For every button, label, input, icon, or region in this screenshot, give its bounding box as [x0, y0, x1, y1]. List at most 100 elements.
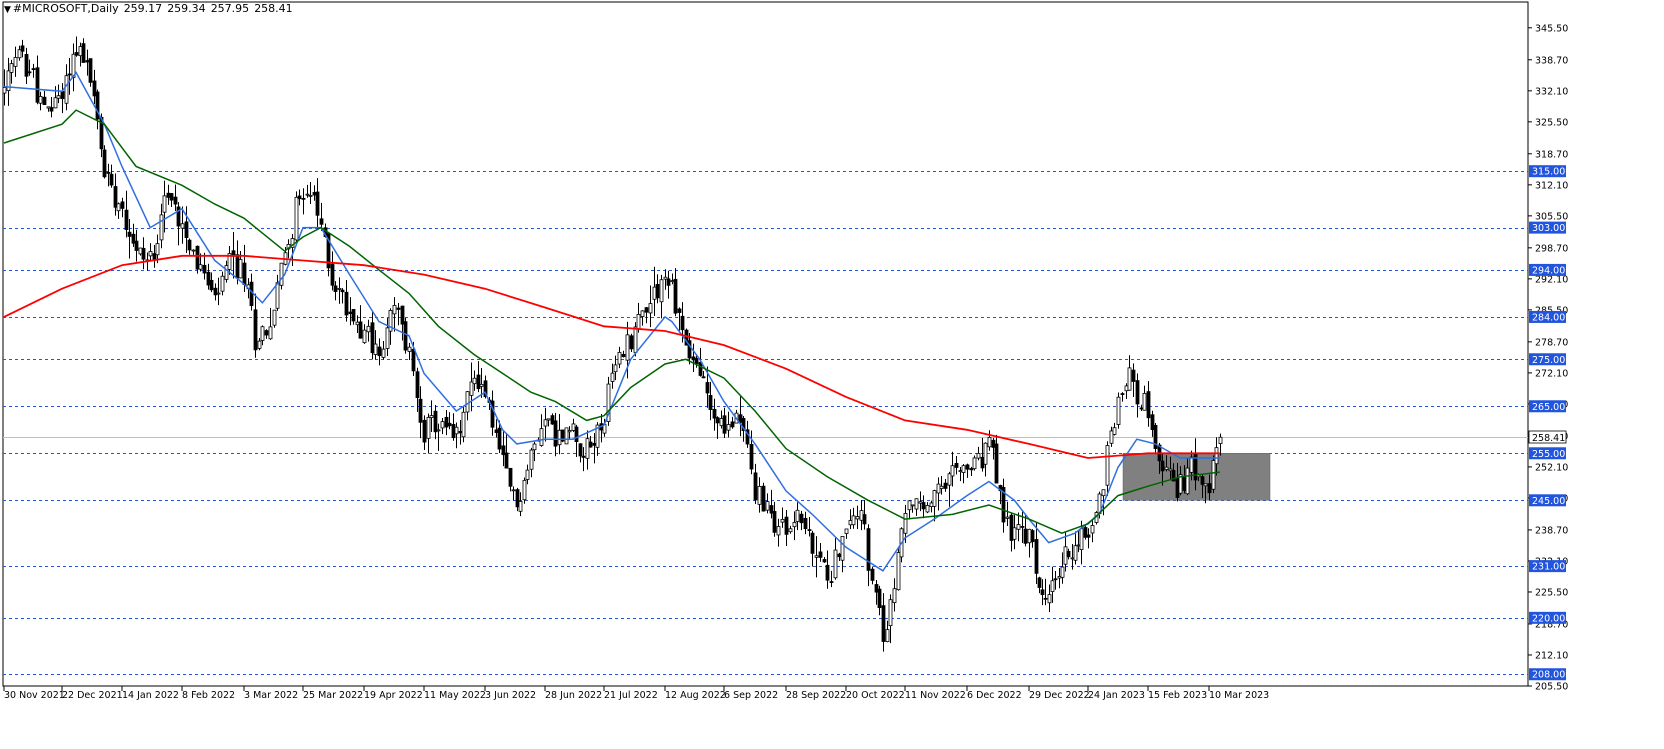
symbol-dropdown-icon[interactable]: ▼: [4, 5, 11, 15]
candle-body: [155, 243, 160, 256]
candle-body: [184, 221, 189, 238]
candle-body: [202, 264, 207, 274]
candle-body: [1016, 524, 1021, 530]
candle-body: [965, 464, 970, 470]
candle-body: [78, 46, 83, 57]
level-tag-label: 303.00: [1532, 223, 1565, 234]
candle-body: [680, 315, 685, 331]
x-tick-label: 30 Nov 2021: [4, 690, 65, 701]
chart-container: 345.50 338.70 332.10 325.50 318.70 312.10 305.…: [0, 0, 1664, 749]
candle-body: [896, 552, 901, 591]
y-tick-label: 332.10: [1535, 86, 1568, 97]
level-tag-label: 255.00: [1532, 449, 1565, 460]
candle-body: [1043, 597, 1048, 600]
x-tick-label: 19 Apr 2022: [364, 690, 423, 701]
candle-body: [1146, 391, 1151, 419]
candle-body: [776, 526, 781, 536]
level-tag-label: 294.00: [1532, 265, 1565, 276]
candle-body: [396, 307, 401, 310]
candle-body: [272, 309, 277, 326]
candle-body: [629, 335, 634, 350]
level-tag-label: 208.00: [1532, 670, 1565, 681]
candle-body: [1150, 414, 1155, 431]
candle-body: [1086, 534, 1091, 538]
candle-body: [877, 588, 882, 609]
high-value: 259.34: [167, 2, 206, 15]
candle-body: [914, 498, 919, 510]
symbol-label: #MICROSOFT,Daily: [12, 2, 119, 15]
candle-body: [1063, 546, 1068, 565]
candle-body: [571, 423, 576, 431]
candle-body: [461, 411, 466, 438]
candle-body: [888, 599, 893, 627]
candle-body: [67, 73, 72, 76]
level-tag-label: 275.00: [1532, 355, 1565, 366]
candle-body: [837, 553, 842, 558]
candle-body: [169, 193, 174, 201]
candle-body: [1185, 467, 1190, 495]
candle-body: [333, 285, 338, 292]
candle-body: [1124, 385, 1129, 392]
candle-body: [195, 245, 200, 270]
y-tick-label: 325.50: [1535, 117, 1568, 128]
candle-body: [840, 536, 845, 561]
candle-body: [1047, 594, 1052, 604]
candle-body: [358, 321, 363, 339]
candle-body: [730, 421, 735, 428]
y-tick-label: 278.70: [1535, 337, 1568, 348]
candle-body: [749, 444, 754, 470]
candle-body: [53, 97, 58, 109]
candle-body: [592, 442, 597, 446]
candle-body: [918, 501, 923, 504]
candle-body: [903, 513, 908, 534]
candle-body: [340, 289, 345, 293]
candle-body: [20, 45, 25, 52]
candle-body: [753, 472, 758, 501]
candle-body: [1066, 550, 1071, 558]
candle-body: [92, 80, 97, 97]
candle-body: [31, 68, 36, 71]
candle-body: [947, 473, 952, 486]
x-tick-label: 8 Feb 2022: [182, 690, 235, 701]
candle-body: [885, 629, 890, 643]
candle-body: [1050, 580, 1055, 592]
candle-body: [109, 173, 114, 186]
x-tick-label: 28 Sep 2022: [786, 690, 846, 701]
candle-body: [991, 439, 996, 448]
candle-body: [866, 528, 871, 571]
candle-body: [994, 443, 999, 484]
candle-body: [1030, 530, 1035, 543]
candle-body: [497, 427, 502, 450]
candle-body: [1214, 447, 1219, 465]
candle-body: [950, 465, 955, 477]
candle-body: [422, 419, 427, 443]
candle-body: [38, 96, 43, 104]
candle-body: [932, 490, 937, 507]
candle-body: [124, 209, 129, 231]
candle-body: [1131, 369, 1136, 382]
candle-body: [694, 358, 699, 364]
candle-body: [1207, 483, 1212, 494]
candle-body: [476, 374, 481, 390]
candle-body: [784, 516, 789, 535]
candle-body: [501, 445, 506, 456]
y-tick-label: 205.50: [1535, 682, 1568, 693]
candle-body: [238, 259, 243, 279]
x-tick-label: 11 Nov 2022: [905, 690, 966, 701]
candle-body: [574, 426, 579, 443]
candle-body: [1168, 468, 1173, 472]
candle-body: [465, 391, 470, 413]
candle-body: [348, 311, 353, 314]
candle-body: [803, 517, 808, 530]
x-tick-label: 22 Dec 2021: [62, 690, 123, 701]
candle-body: [1037, 577, 1042, 588]
x-tick-label: 6 Sep 2022: [724, 690, 778, 701]
x-tick-label: 11 May 2022: [424, 690, 486, 701]
candle-body: [525, 469, 530, 480]
candle-body: [264, 330, 269, 336]
level-tag-label: 220.00: [1532, 613, 1565, 624]
candle-body: [152, 253, 157, 260]
candle-body: [1040, 589, 1045, 596]
candle-body: [403, 321, 408, 351]
candle-body: [1079, 528, 1084, 550]
